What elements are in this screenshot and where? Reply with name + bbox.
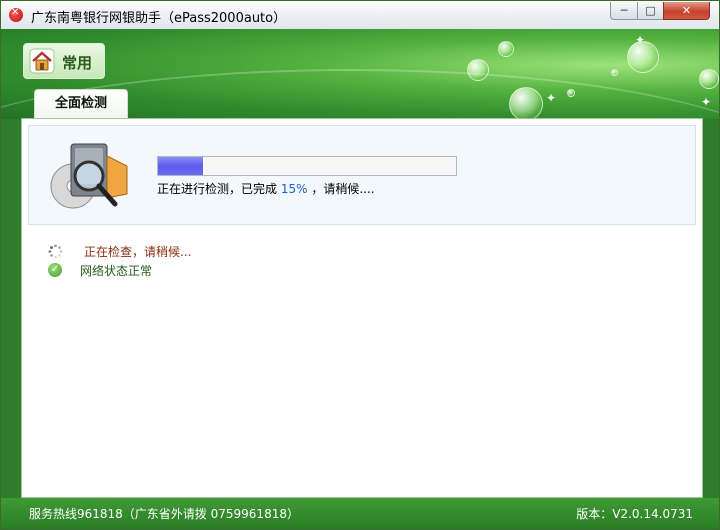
- disk-scan-icon: [50, 143, 128, 209]
- decorative-bubble: [567, 89, 575, 97]
- service-hotline: 服务热线961818（广东省外请拨 0759961818）: [29, 507, 299, 521]
- tab-full-check[interactable]: 全面检测: [34, 89, 128, 119]
- app-window: 广东南粤银行网银助手（ePass2000auto） ─ □ ✕ 常用 ✦ ✦ ✦…: [0, 0, 720, 530]
- check-circle-icon: ✓: [48, 263, 62, 277]
- decorative-bubble: [611, 69, 618, 76]
- sparkle-icon: ✦: [546, 91, 557, 105]
- main-panel: 正在进行检测，已完成 15% ，请稍候.... 正在检查，请稍候... ✓ 网络…: [21, 118, 703, 498]
- decorative-bubble: [498, 41, 514, 57]
- sparkle-icon: ✦: [701, 95, 712, 109]
- app-logo-icon: [9, 7, 23, 22]
- decorative-bubble: [699, 69, 719, 89]
- status-text: 网络状态正常: [80, 264, 153, 278]
- scan-progress-fill: [158, 157, 203, 175]
- maximize-button[interactable]: □: [637, 2, 664, 20]
- progress-text-prefix: 正在进行检测，已完成: [157, 182, 278, 196]
- window-title: 广东南粤银行网银助手（ePass2000auto）: [31, 11, 287, 26]
- minimize-button[interactable]: ─: [610, 2, 638, 20]
- scan-progress-bar: [157, 156, 457, 176]
- sparkle-icon: ✦: [635, 33, 646, 47]
- progress-panel: 正在进行检测，已完成 15% ，请稍候....: [28, 125, 696, 225]
- home-tab-button[interactable]: 常用: [23, 43, 105, 79]
- version-label: 版本：V2.0.14.0731: [576, 507, 693, 521]
- decorative-bubble: [467, 59, 489, 81]
- progress-status-text: 正在进行检测，已完成 15% ，请稍候....: [157, 180, 375, 197]
- decorative-bubble: [509, 87, 543, 121]
- home-icon: [29, 48, 55, 74]
- spinner-icon: [48, 244, 63, 259]
- footer-bar: 服务热线961818（广东省外请拨 0759961818） 版本：V2.0.14…: [1, 498, 719, 529]
- progress-text-suffix: ，请稍候....: [311, 182, 375, 196]
- close-button[interactable]: ✕: [663, 2, 710, 20]
- status-text: 正在检查，请稍候...: [84, 245, 192, 259]
- title-bar[interactable]: 广东南粤银行网银助手（ePass2000auto） ─ □ ✕: [1, 1, 719, 30]
- progress-percent: 15%: [280, 182, 308, 196]
- home-tab-label: 常用: [62, 54, 93, 72]
